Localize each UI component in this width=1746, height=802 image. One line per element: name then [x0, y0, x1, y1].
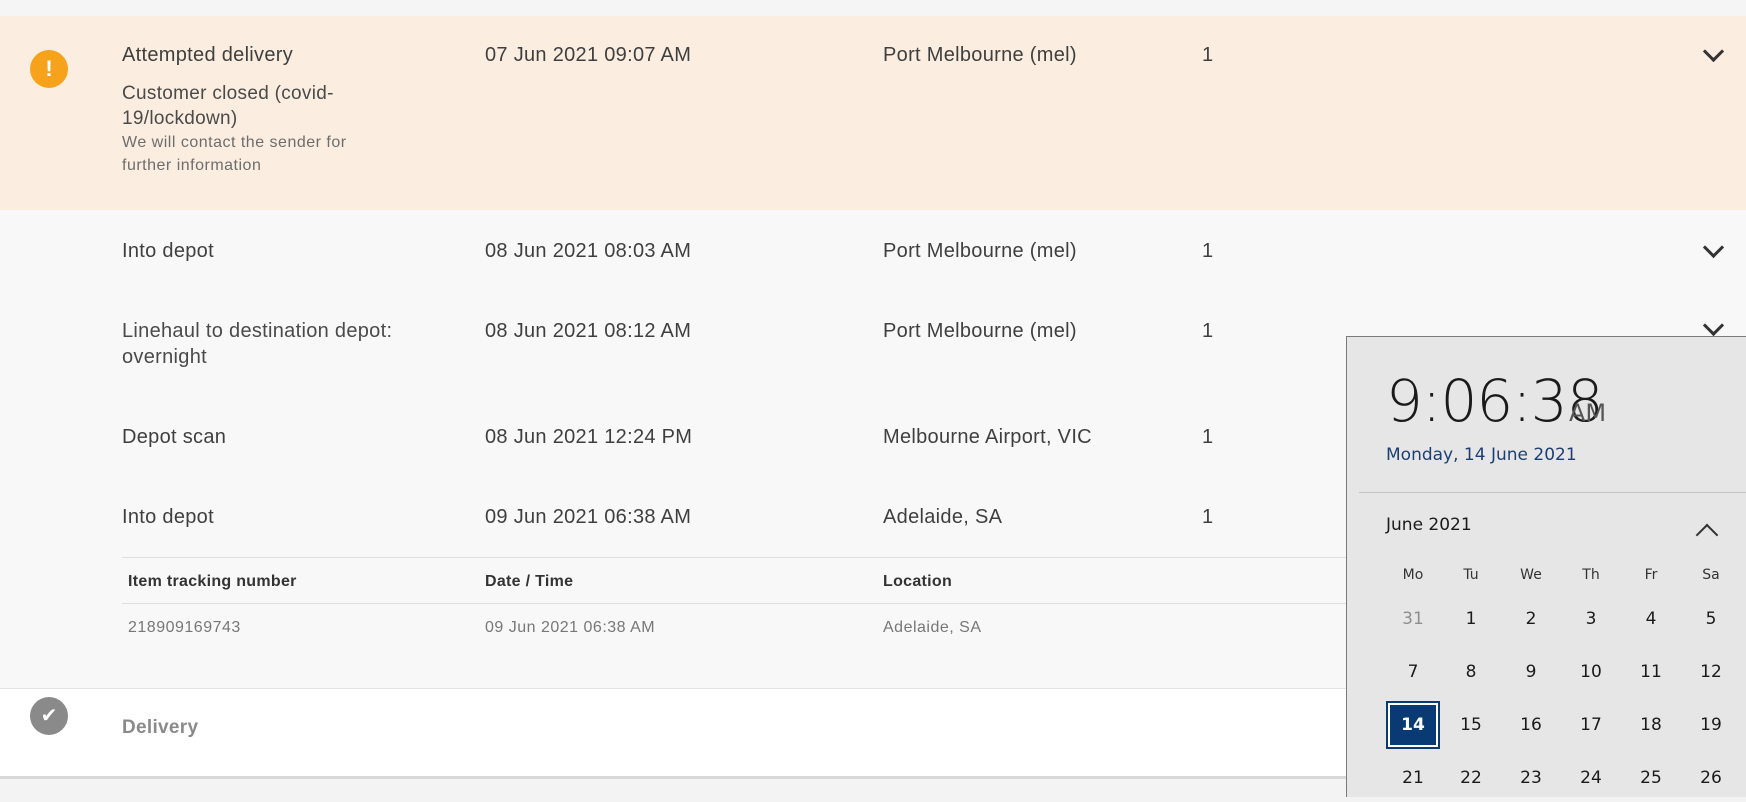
event-status: Depot scan	[122, 426, 227, 448]
calendar-day[interactable]: 17	[1564, 701, 1618, 749]
check-icon: ✔	[30, 697, 68, 735]
divider	[122, 557, 1352, 558]
event-date: 08 Jun 2021 12:24 PM	[485, 426, 693, 448]
event-detail: Customer closed (covid-19/lockdown)	[122, 83, 334, 129]
weekday-header: We	[1520, 567, 1542, 583]
calendar-day[interactable]: 14	[1386, 701, 1440, 749]
month-label[interactable]: June 2021	[1386, 515, 1472, 535]
top-strip	[0, 0, 1746, 16]
calendar-day[interactable]: 24	[1564, 754, 1618, 802]
calendar-day[interactable]: 12	[1684, 648, 1738, 696]
table-cell-tracking: 218909169743	[128, 619, 241, 636]
clock-ampm: AM	[1569, 399, 1607, 427]
clock-flyout: 9:06:38 AM Monday, 14 June 2021 June 202…	[1346, 336, 1746, 797]
calendar-day[interactable]: 16	[1504, 701, 1558, 749]
calendar-day[interactable]: 15	[1444, 701, 1498, 749]
calendar-day[interactable]: 7	[1386, 648, 1440, 696]
event-items: 1	[1202, 320, 1214, 342]
table-header-location: Location	[883, 573, 953, 590]
calendar-day[interactable]: 2	[1504, 595, 1558, 643]
weekday-header: Tu	[1463, 567, 1479, 583]
calendar-day[interactable]: 3	[1564, 595, 1618, 643]
calendar-day[interactable]: 18	[1624, 701, 1678, 749]
calendar-day[interactable]: 22	[1444, 754, 1498, 802]
calendar-day[interactable]: 1	[1444, 595, 1498, 643]
event-status: Into depot	[122, 240, 214, 262]
calendar-day[interactable]: 25	[1624, 754, 1678, 802]
table-header-date: Date / Time	[485, 573, 574, 590]
event-status: Into depot	[122, 506, 214, 528]
calendar-day[interactable]: 10	[1564, 648, 1618, 696]
calendar-day[interactable]: 21	[1386, 754, 1440, 802]
event-location: Adelaide, SA	[883, 506, 1003, 528]
event-items: 1	[1202, 426, 1214, 448]
event-items: 1	[1202, 506, 1214, 528]
table-cell-date: 09 Jun 2021 06:38 AM	[485, 619, 656, 636]
calendar-day[interactable]: 31	[1386, 595, 1440, 643]
full-date-link[interactable]: Monday, 14 June 2021	[1386, 445, 1577, 465]
calendar-day[interactable]: 4	[1624, 595, 1678, 643]
calendar-day[interactable]: 9	[1504, 648, 1558, 696]
calendar-day[interactable]: 5	[1684, 595, 1738, 643]
event-items: 1	[1202, 240, 1214, 262]
weekday-header: Fr	[1644, 567, 1658, 583]
event-status: Attempted delivery	[122, 44, 294, 66]
calendar-day[interactable]: 26	[1684, 754, 1738, 802]
event-date: 09 Jun 2021 06:38 AM	[485, 506, 692, 528]
table-header-tracking: Item tracking number	[128, 573, 297, 590]
weekday-header: Mo	[1402, 567, 1424, 583]
calendar-day[interactable]: 8	[1444, 648, 1498, 696]
weekday-header: Sa	[1702, 567, 1720, 583]
chevron-up-icon[interactable]	[1695, 523, 1719, 547]
event-date: 08 Jun 2021 08:12 AM	[485, 320, 692, 342]
event-date: 07 Jun 2021 09:07 AM	[485, 44, 692, 66]
divider	[122, 603, 1352, 604]
event-location: Port Melbourne (mel)	[883, 44, 1077, 66]
event-items: 1	[1202, 44, 1214, 66]
event-date: 08 Jun 2021 08:03 AM	[485, 240, 692, 262]
exclamation-icon: !	[30, 50, 68, 88]
event-location: Port Melbourne (mel)	[883, 320, 1077, 342]
calendar-day[interactable]: 19	[1684, 701, 1738, 749]
event-location: Melbourne Airport, VIC	[883, 426, 1092, 448]
delivery-label: Delivery	[122, 717, 199, 738]
calendar-day[interactable]: 11	[1624, 648, 1678, 696]
event-note: We will contact the sender for further i…	[122, 134, 347, 174]
weekday-header: Th	[1582, 567, 1600, 583]
table-cell-location: Adelaide, SA	[883, 619, 982, 636]
event-status: Linehaul to destination depot: overnight	[122, 320, 393, 368]
clock-flyout-panel: 9:06:38 AM Monday, 14 June 2021 June 202…	[1353, 345, 1746, 797]
event-location: Port Melbourne (mel)	[883, 240, 1077, 262]
calendar-day[interactable]: 23	[1504, 754, 1558, 802]
divider	[1359, 492, 1746, 493]
